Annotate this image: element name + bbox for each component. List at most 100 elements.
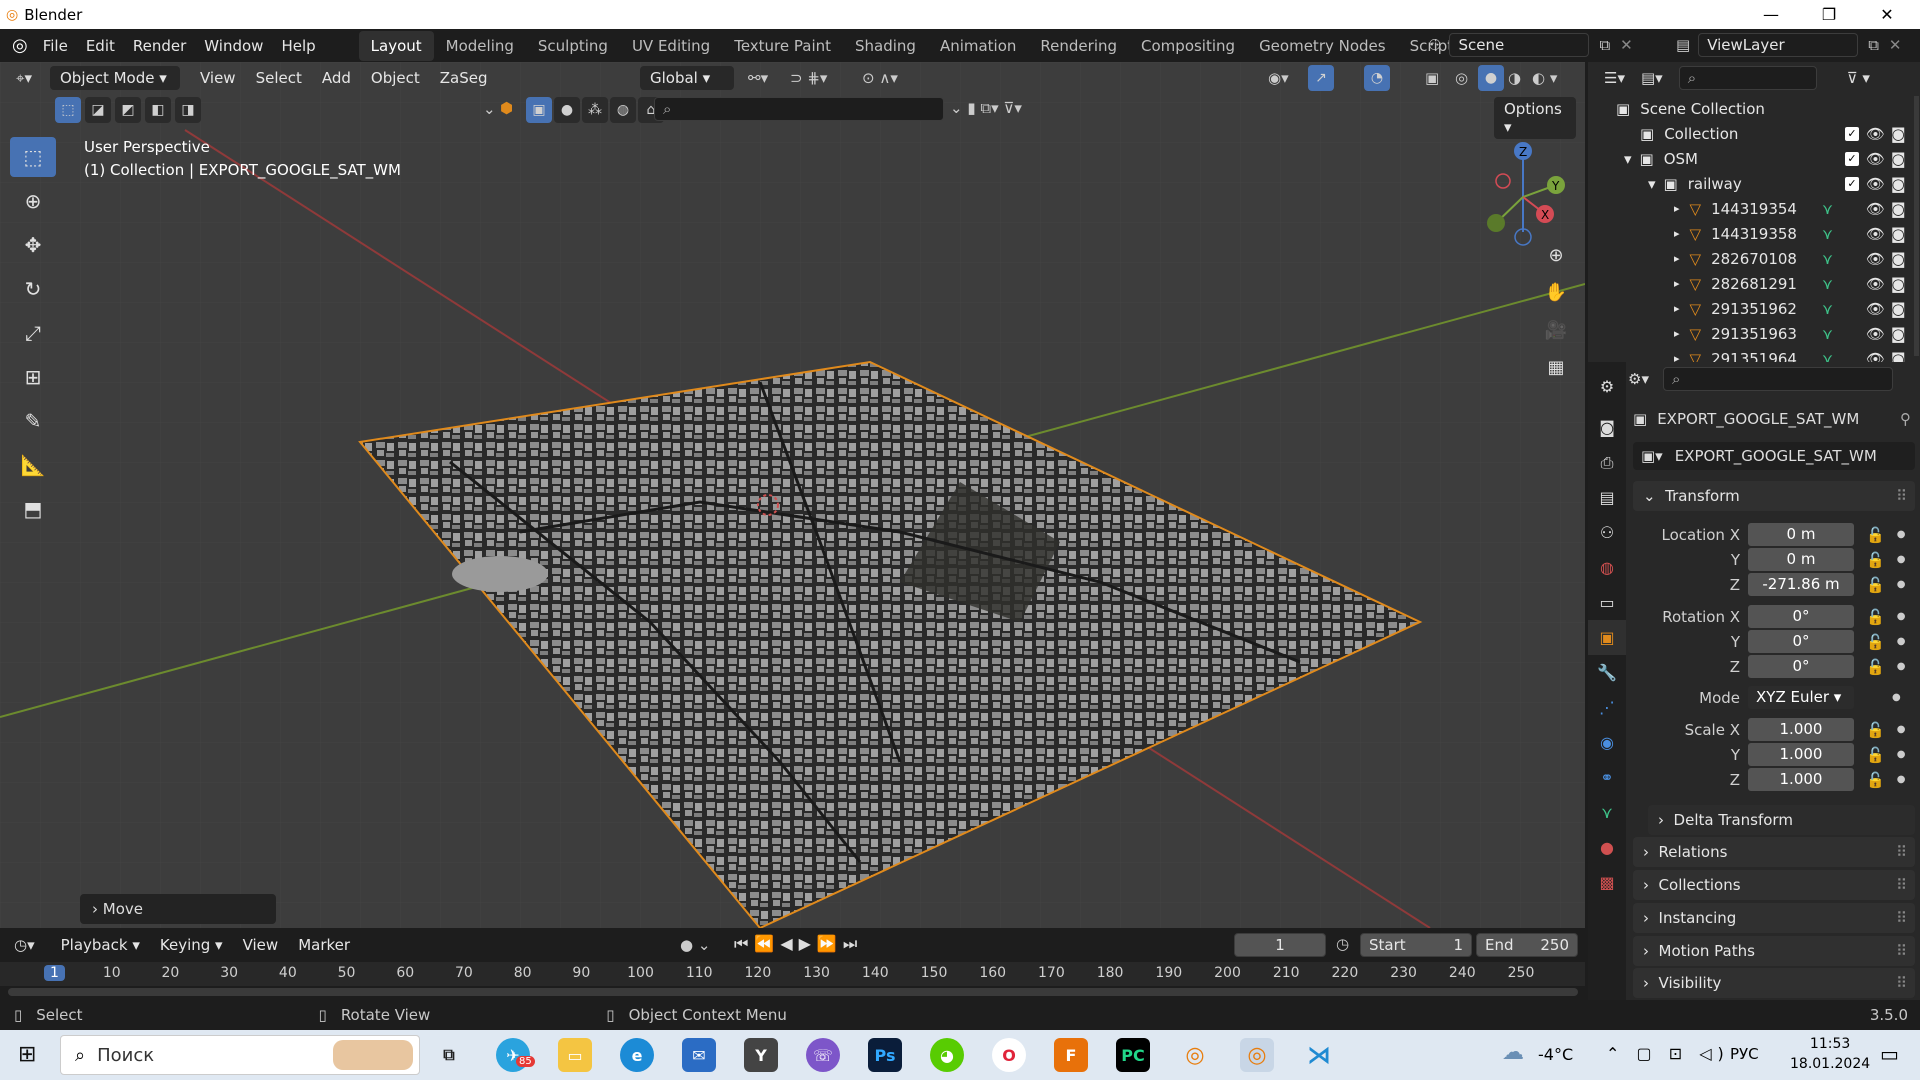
location-z-field[interactable]: -271.86 m xyxy=(1748,573,1854,596)
render-camera-icon[interactable]: ◙ xyxy=(1891,125,1906,143)
panel-header-relations[interactable]: › Relations ⠿ xyxy=(1633,837,1915,867)
menu-playback[interactable]: Playback ▾ xyxy=(51,936,150,954)
transform-panel-header[interactable]: ⌄ Transform ⠿ xyxy=(1633,481,1915,511)
keyframe-dot-icon[interactable]: ● xyxy=(1897,611,1906,622)
rotation-x-field[interactable]: 0° xyxy=(1748,605,1854,628)
tab-shading[interactable]: Shading xyxy=(843,31,928,61)
blender-menu-icon[interactable]: ◎ xyxy=(12,35,28,56)
input-language[interactable]: РУС xyxy=(1730,1045,1759,1063)
data-tab-icon[interactable]: ⋎ xyxy=(1588,795,1626,830)
current-frame-field[interactable]: 1 xyxy=(1234,933,1326,957)
location-x-field[interactable]: 0 m xyxy=(1748,523,1854,546)
expand-arrow-icon[interactable]: ▸ xyxy=(1674,327,1680,340)
particles-tab-icon[interactable]: ⋰ xyxy=(1588,690,1626,725)
outliner-row-object[interactable]: ▸ ▽ 291351962 ⋎ 👁 ◙ xyxy=(1588,296,1920,321)
render-camera-icon[interactable]: ◙ xyxy=(1891,325,1906,343)
viewport-canvas[interactable] xyxy=(0,62,1585,928)
eye-icon[interactable]: 👁 xyxy=(1866,325,1885,343)
fusion360-app-icon[interactable]: F xyxy=(1054,1038,1088,1072)
photoshop-app-icon[interactable]: Ps xyxy=(868,1038,902,1072)
tab-animation[interactable]: Animation xyxy=(928,31,1028,61)
expand-arrow-icon[interactable]: ▸ xyxy=(1674,202,1680,215)
object-datablock-field[interactable]: ▣▾ EXPORT_GOOGLE_SAT_WM xyxy=(1633,442,1915,470)
new-scene-icon[interactable]: ⧉ xyxy=(1599,36,1610,54)
tab-modeling[interactable]: Modeling xyxy=(434,31,526,61)
menu-file[interactable]: File xyxy=(34,37,77,55)
edge-browser-icon[interactable]: e xyxy=(620,1038,654,1072)
eye-icon[interactable]: 👁 xyxy=(1866,250,1885,268)
outliner-row-collection[interactable]: ▣ Collection ✓ 👁 ◙ xyxy=(1588,121,1920,146)
outliner-row-object[interactable]: ▸ ▽ 144319358 ⋎ 👁 ◙ xyxy=(1588,221,1920,246)
outliner-row-object[interactable]: ▸ ▽ 291351964 ⋎ 👁 ◙ xyxy=(1588,346,1920,363)
end-frame-field[interactable]: End 250 xyxy=(1476,933,1578,957)
tray-icons[interactable]: ⌃ ▢ ⊡ ◁) xyxy=(1606,1044,1730,1063)
move-tool-icon[interactable]: ✥ xyxy=(10,225,56,265)
drag-handle-icon[interactable]: ⠿ xyxy=(1896,909,1907,927)
eye-icon[interactable]: 👁 xyxy=(1866,175,1885,193)
rotation-z-field[interactable]: 0° xyxy=(1748,655,1854,678)
drag-handle-icon[interactable]: ⠿ xyxy=(1896,487,1907,505)
lock-icon[interactable]: 🔓 xyxy=(1866,551,1885,569)
options-dropdown[interactable]: Options ▾ xyxy=(1494,97,1576,139)
display-mode-icon[interactable]: ▤▾ xyxy=(1641,69,1663,87)
keyframe-dot-icon[interactable]: ● xyxy=(1897,774,1906,785)
lock-icon[interactable]: 🔓 xyxy=(1866,658,1885,676)
eye-icon[interactable]: 👁 xyxy=(1866,225,1885,243)
world-icon[interactable]: ◍ xyxy=(610,97,636,123)
grid-view-icon[interactable]: ▦ xyxy=(1541,352,1571,382)
measure-tool-icon[interactable]: 📐 xyxy=(10,445,56,485)
outliner-row-object[interactable]: ▸ ▽ 282681291 ⋎ 👁 ◙ xyxy=(1588,271,1920,296)
cursor-tool-icon[interactable]: ⊕ xyxy=(10,181,56,221)
lock-icon[interactable]: 🔓 xyxy=(1866,771,1885,789)
keyframe-dot-icon[interactable]: ● xyxy=(1897,529,1906,540)
expand-arrow-icon[interactable]: ▾ xyxy=(1624,150,1632,168)
drag-handle-icon[interactable]: ⠿ xyxy=(1896,843,1907,861)
navigation-gizmo[interactable]: Z Y X xyxy=(1460,137,1570,247)
delete-scene-icon[interactable]: ✕ xyxy=(1620,36,1633,54)
pycharm-app-icon[interactable]: PC xyxy=(1116,1038,1150,1072)
add-cube-tool-icon[interactable]: ⬒ xyxy=(10,489,56,529)
close-button[interactable]: ✕ xyxy=(1858,0,1916,29)
start-frame-field[interactable]: Start 1 xyxy=(1360,933,1472,957)
menu-timeline-view[interactable]: View xyxy=(233,936,289,954)
render-camera-icon[interactable]: ◙ xyxy=(1891,200,1906,218)
render-camera-icon[interactable]: ◙ xyxy=(1891,175,1906,193)
visibility-icon[interactable]: ◉▾ xyxy=(1268,69,1289,87)
pin-icon[interactable]: ⚲ xyxy=(1900,410,1911,428)
last-operator-panel[interactable]: › Move xyxy=(80,894,276,924)
menu-help[interactable]: Help xyxy=(272,37,324,55)
render-camera-icon[interactable]: ◙ xyxy=(1891,300,1906,318)
menu-view[interactable]: View xyxy=(190,69,246,87)
view-layer-icon[interactable]: ▤ xyxy=(1676,36,1690,54)
overlay-toggle-icon[interactable]: ◔ xyxy=(1364,65,1390,91)
panel-header-collections[interactable]: › Collections ⠿ xyxy=(1633,870,1915,900)
mesh-data-icon[interactable]: ⋎ xyxy=(1822,250,1833,268)
outliner-row-object[interactable]: ▸ ▽ 144319354 ⋎ 👁 ◙ xyxy=(1588,196,1920,221)
filter-icon[interactable]: ⊽ ▾ xyxy=(1847,69,1870,87)
expand-arrow-icon[interactable]: ▸ xyxy=(1674,352,1680,362)
blender-active-taskbar-icon[interactable]: ◎ xyxy=(1240,1038,1274,1072)
duolingo-app-icon[interactable]: ◕ xyxy=(930,1038,964,1072)
clock-icon[interactable]: ◷ xyxy=(1336,935,1349,953)
tab-layout[interactable]: Layout xyxy=(358,30,434,61)
scale-tool-icon[interactable]: ⤢ xyxy=(10,313,56,353)
mesh-data-icon[interactable]: ⋎ xyxy=(1822,300,1833,318)
eye-icon[interactable]: 👁 xyxy=(1866,275,1885,293)
panel-header-motion-paths[interactable]: › Motion Paths ⠿ xyxy=(1633,936,1915,966)
tab-uv-editing[interactable]: UV Editing xyxy=(620,31,722,61)
keyframe-dot-icon[interactable]: ● xyxy=(1897,749,1906,760)
tab-sculpting[interactable]: Sculpting xyxy=(526,31,620,61)
eye-icon[interactable]: 👁 xyxy=(1866,150,1885,168)
scale-z-field[interactable]: 1.000 xyxy=(1748,768,1854,791)
pan-hand-icon[interactable]: ✋ xyxy=(1541,277,1571,307)
texture-tab-icon[interactable]: ▩ xyxy=(1588,865,1626,900)
tab-compositing[interactable]: Compositing xyxy=(1129,31,1247,61)
physics-tab-icon[interactable]: ◉ xyxy=(1588,725,1626,760)
windows-start-icon[interactable]: ⊞ xyxy=(18,1042,36,1067)
outliner-row-osm[interactable]: ▾ ▣ OSM ✓ 👁 ◙ xyxy=(1588,146,1920,171)
viewport-search-input[interactable]: ⌕ xyxy=(654,97,944,121)
rendered-shading-icon[interactable]: ◐ ▾ xyxy=(1532,69,1557,87)
select-new-icon[interactable]: ⬚ xyxy=(55,97,81,123)
3d-viewport[interactable]: ⌖▾ Object Mode ▾ View Select Add Object … xyxy=(0,62,1585,928)
outliner-row-object[interactable]: ▸ ▽ 282670108 ⋎ 👁 ◙ xyxy=(1588,246,1920,271)
